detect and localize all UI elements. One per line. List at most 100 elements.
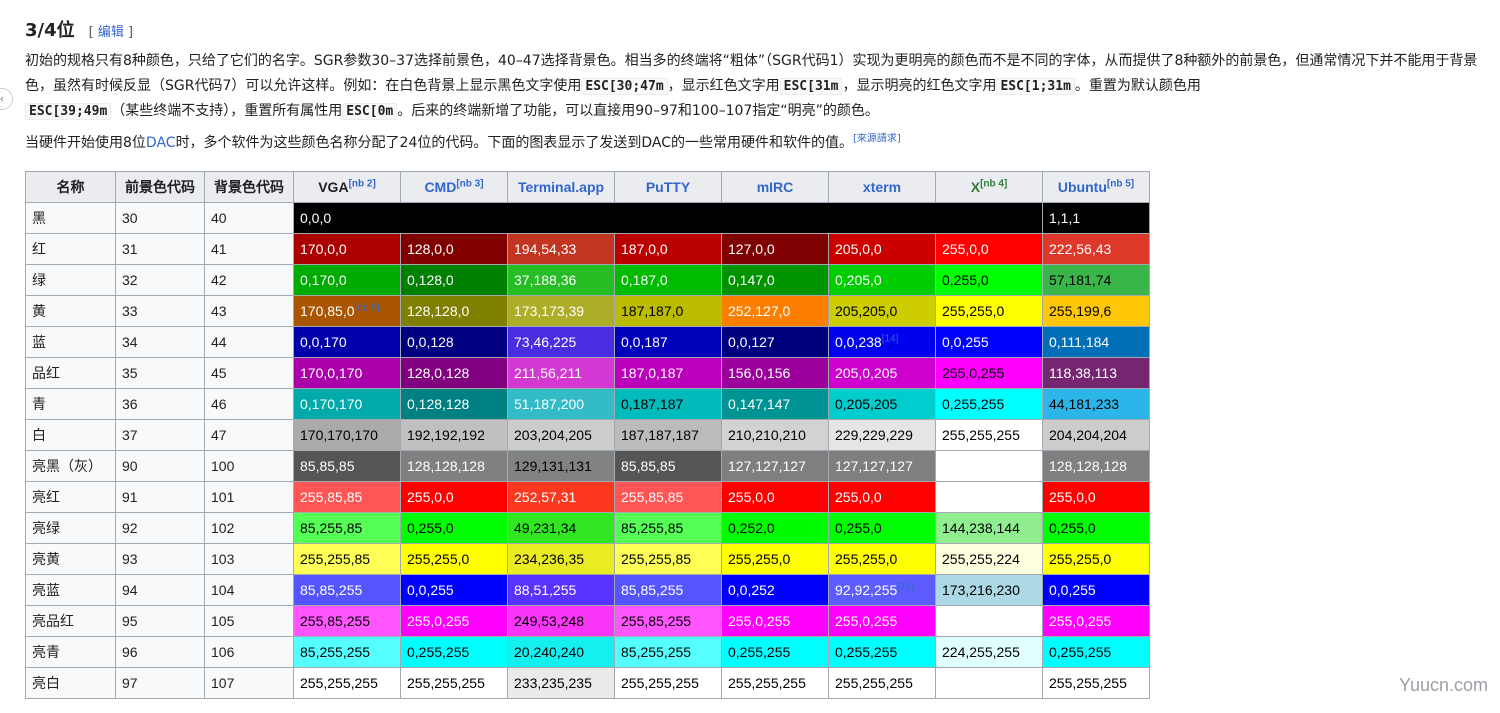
column-header-label: 名称 [56, 179, 85, 195]
color-swatch-cell: 128,128,128 [400, 450, 508, 482]
rgb-value: 128,128,128 [407, 458, 485, 474]
column-header-label[interactable]: CMD [424, 179, 456, 195]
footnote-link[interactable]: [nb 5] [1107, 178, 1134, 189]
rgb-value: 255,255,224 [942, 551, 1020, 567]
column-header: 名称 [25, 171, 116, 203]
color-name-cell: 亮绿 [25, 512, 116, 544]
bg-code-cell: 102 [204, 512, 294, 544]
rgb-value: 255,255,255 [835, 675, 913, 691]
column-header[interactable]: X[nb 4] [935, 171, 1043, 203]
code-snippet: ESC[1;31m [996, 78, 1075, 95]
column-header-label[interactable]: mIRC [757, 179, 794, 195]
rgb-value: 255,255,0 [835, 551, 898, 567]
citation-needed-link[interactable]: [來源請求] [853, 133, 901, 144]
rgb-value: 0,255,0 [407, 520, 454, 536]
column-header-label[interactable]: Terminal.app [518, 179, 604, 195]
color-swatch-cell: 255,0,0 [935, 233, 1043, 265]
column-header-label[interactable]: X [971, 179, 980, 195]
rgb-value: 229,229,229 [835, 427, 913, 443]
footnote-link[interactable]: [nb 3] [456, 178, 483, 189]
rgb-value: 20,240,240 [514, 644, 585, 660]
rgb-value: 187,0,187 [621, 365, 684, 381]
color-swatch-cell: 252,57,31 [507, 481, 615, 513]
color-swatch-cell: 156,0,156 [721, 357, 829, 389]
footnote-link[interactable]: [nb 2] [349, 178, 376, 189]
color-swatch-cell: 229,229,229 [828, 419, 936, 451]
rgb-value: 255,0,0 [728, 489, 775, 505]
footnote-link[interactable]: [14] [882, 333, 899, 344]
code-snippet: ESC[0m [342, 103, 398, 120]
column-header-label[interactable]: Ubuntu [1058, 179, 1107, 195]
footnote-link[interactable]: [15] [897, 581, 914, 592]
column-header[interactable]: mIRC [721, 171, 829, 203]
color-swatch-cell: 233,235,235 [507, 667, 615, 699]
color-swatch-cell: 255,255,0 [935, 295, 1043, 327]
table-row: 青 36 46 0,170,170 0,128,128 51,187,200 0,187,1… [25, 388, 1150, 420]
rgb-value: 73,46,225 [514, 334, 577, 350]
rgb-value: 194,54,33 [514, 241, 577, 257]
color-swatch-cell: 0,0,252 [721, 574, 829, 606]
color-swatch-cell: 129,131,131 [507, 450, 615, 482]
rgb-value: 0,0,127 [728, 334, 775, 350]
color-swatch-cell: 255,255,224 [935, 543, 1043, 575]
rgb-value: 0,111,184 [1049, 334, 1110, 350]
table-row: 蓝 34 44 0,0,170 0,0,128 73,46,225 0,0,187 0,0,1… [25, 326, 1150, 358]
fg-code-cell: 32 [115, 264, 205, 296]
color-swatch-cell: 0,255,255 [721, 636, 829, 668]
color-swatch-cell: 249,53,248 [507, 605, 615, 637]
color-swatch-cell: 0,0,187 [614, 326, 722, 358]
color-swatch-cell: 255,255,255 [721, 667, 829, 699]
color-swatch-cell: 170,0,0 [293, 233, 401, 265]
color-swatch-cell: 255,255,0 [828, 543, 936, 575]
rgb-value: 205,205,0 [835, 303, 898, 319]
color-swatch-cell: 170,170,170 [293, 419, 401, 451]
color-swatch-cell: 0,0,238[14] [828, 326, 936, 358]
rgb-value: 0,128,0 [407, 272, 454, 288]
rgb-value: 0,252,0 [728, 520, 775, 536]
color-name-cell: 亮白 [25, 667, 116, 699]
column-header-label[interactable]: PuTTY [646, 179, 690, 195]
column-header-label[interactable]: xterm [863, 179, 901, 195]
rgb-value: 255,0,255 [407, 613, 470, 629]
color-swatch-cell [935, 481, 1043, 513]
rgb-value: 203,204,205 [514, 427, 592, 443]
column-header[interactable]: Terminal.app [507, 171, 615, 203]
color-swatch-cell: 85,85,255 [293, 574, 401, 606]
color-swatch-cell: 187,187,0 [614, 295, 722, 327]
column-header[interactable]: CMD[nb 3] [400, 171, 508, 203]
color-swatch-cell: 255,85,255 [614, 605, 722, 637]
color-swatch-cell: 85,255,85 [293, 512, 401, 544]
color-swatch-cell: 1,1,1 [1042, 202, 1150, 234]
table-row: 黑 30 40 0,0,0 1,1,1 [25, 202, 1150, 234]
table-row: 绿 32 42 0,170,0 0,128,0 37,188,36 0,187,0 0,147… [25, 264, 1150, 296]
footnote-link[interactable]: [nb 6] [355, 302, 380, 313]
color-swatch-cell: 255,85,85 [614, 481, 722, 513]
rgb-value: 233,235,235 [514, 675, 592, 691]
color-swatch-cell: 170,0,170 [293, 357, 401, 389]
rgb-value: 0,255,255 [1049, 644, 1112, 660]
column-header[interactable]: xterm [828, 171, 936, 203]
fg-code-cell: 93 [115, 543, 205, 575]
edit-link[interactable]: 编辑 [98, 25, 124, 40]
column-header[interactable]: PuTTY [614, 171, 722, 203]
color-swatch-cell: 0,0,128 [400, 326, 508, 358]
collapse-sidebar-icon[interactable]: ‹ [0, 88, 13, 110]
color-swatch-cell: 85,255,255 [293, 636, 401, 668]
color-swatch-cell: 85,255,255 [614, 636, 722, 668]
color-name-cell: 品红 [25, 357, 116, 389]
bg-code-cell: 46 [204, 388, 294, 420]
rgb-value: 210,210,210 [728, 427, 806, 443]
rgb-value: 0,255,255 [835, 644, 898, 660]
color-swatch-cell: 0,0,127 [721, 326, 829, 358]
dac-paragraph: 当硬件开始使用8位DAC时，多个软件为这些颜色名称分配了24位的代码。下面的图表… [25, 133, 901, 151]
color-swatch-cell: 173,173,39 [507, 295, 615, 327]
table-row: 白 37 47 170,170,170 192,192,192 203,204,205 18… [25, 419, 1150, 451]
rgb-value: 255,85,255 [621, 613, 692, 629]
rgb-value: 85,85,255 [300, 582, 363, 598]
color-swatch-cell: 0,255,255 [828, 636, 936, 668]
footnote-link[interactable]: [nb 4] [980, 178, 1007, 189]
fg-code-cell: 36 [115, 388, 205, 420]
column-header[interactable]: Ubuntu[nb 5] [1042, 171, 1150, 203]
rgb-value: 85,85,85 [621, 458, 676, 474]
dac-link[interactable]: DAC [146, 135, 176, 151]
